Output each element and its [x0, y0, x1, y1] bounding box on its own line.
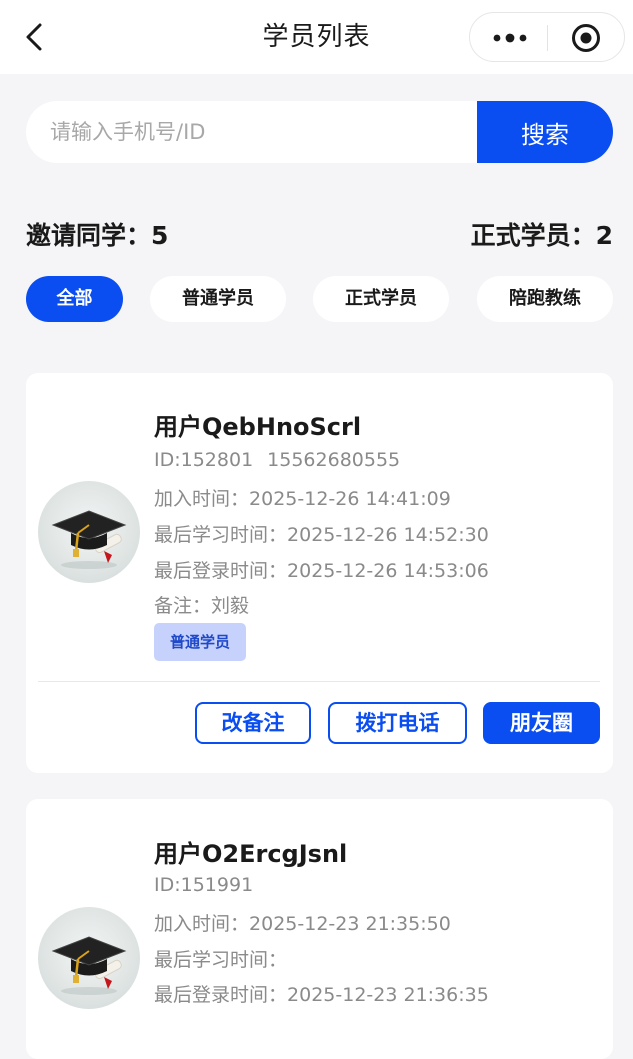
- invited-label: 邀请同学：: [26, 221, 152, 250]
- last-login-time-label: 最后登录时间：: [154, 560, 288, 582]
- mini-program-capsule: [469, 12, 625, 62]
- call-button[interactable]: 拨打电话: [328, 702, 467, 744]
- last-login-time-value: 2025-12-26 14:53:06: [287, 560, 489, 582]
- last-study-time-line: 最后学习时间：: [154, 945, 287, 972]
- user-id: ID:151991: [154, 874, 254, 896]
- graduation-cap-icon: [51, 936, 127, 995]
- formal-count-stat: 正式学员：2: [471, 216, 613, 252]
- avatar: [38, 907, 140, 1009]
- user-phone: 15562680555: [267, 449, 401, 471]
- join-time-label: 加入时间：: [154, 913, 250, 935]
- last-study-time-value: 2025-12-26 14:52:30: [287, 524, 489, 546]
- join-time-line: 加入时间：2025-12-23 21:35:50: [154, 909, 451, 936]
- more-dots-icon[interactable]: [490, 25, 530, 51]
- note-line: 备注：刘毅: [154, 591, 249, 618]
- search-input[interactable]: [26, 101, 478, 163]
- last-study-time-line: 最后学习时间：2025-12-26 14:52:30: [154, 520, 489, 547]
- user-id: ID:152801: [154, 449, 254, 471]
- note-value: 刘毅: [211, 595, 250, 617]
- formal-count: 2: [595, 221, 613, 250]
- id-phone-line: ID:152801 15562680555: [154, 449, 400, 471]
- graduation-cap-icon: [51, 510, 127, 569]
- navigation-bar: 学员列表: [0, 0, 633, 74]
- join-time-label: 加入时间：: [154, 488, 250, 510]
- id-phone-line: ID:151991: [154, 874, 267, 896]
- student-card[interactable]: 用户O2ErcgJsnl ID:151991 加入时间：2025-12-23 2…: [26, 799, 613, 1059]
- filter-chip-coach[interactable]: 陪跑教练: [477, 276, 613, 322]
- student-type-badge: 普通学员: [154, 623, 247, 661]
- target-circle-icon[interactable]: [570, 22, 602, 54]
- last-login-time-line: 最后登录时间：2025-12-26 14:53:06: [154, 556, 489, 583]
- last-login-time-label: 最后登录时间：: [154, 984, 288, 1006]
- moments-button[interactable]: 朋友圈: [483, 702, 600, 744]
- search-button[interactable]: 搜索: [477, 101, 613, 163]
- capsule-divider: [547, 25, 548, 51]
- invited-count-stat: 邀请同学：5: [26, 216, 168, 252]
- invited-count: 5: [151, 221, 169, 250]
- join-time-line: 加入时间：2025-12-26 14:41:09: [154, 484, 451, 511]
- formal-label: 正式学员：: [470, 221, 596, 250]
- search-bar: 搜索: [26, 101, 613, 163]
- avatar: [38, 481, 140, 583]
- user-name: 用户O2ErcgJsnl: [154, 840, 348, 868]
- last-login-time-line: 最后登录时间：2025-12-23 21:36:35: [154, 980, 489, 1007]
- student-card[interactable]: 用户QebHnoScrl ID:152801 15562680555 加入时间：2…: [26, 373, 613, 773]
- last-study-time-label: 最后学习时间：: [154, 524, 288, 546]
- edit-note-button[interactable]: 改备注: [195, 702, 311, 744]
- join-time-value: 2025-12-23 21:35:50: [249, 913, 451, 935]
- card-divider: [38, 681, 600, 682]
- filter-chip-all[interactable]: 全部: [26, 276, 123, 322]
- join-time-value: 2025-12-26 14:41:09: [249, 488, 451, 510]
- last-login-time-value: 2025-12-23 21:36:35: [287, 984, 489, 1006]
- user-name: 用户QebHnoScrl: [154, 413, 362, 441]
- filter-chip-formal[interactable]: 正式学员: [313, 276, 449, 322]
- last-study-time-label: 最后学习时间：: [154, 949, 288, 971]
- filter-chip-regular[interactable]: 普通学员: [150, 276, 286, 322]
- note-label: 备注：: [154, 595, 212, 617]
